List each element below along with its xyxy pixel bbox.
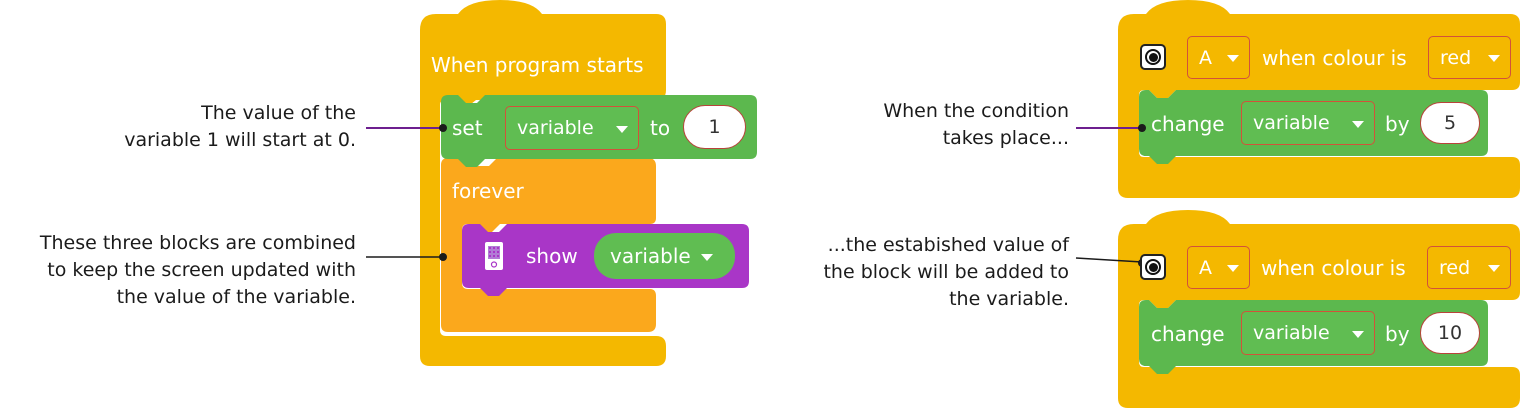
chevron-down-icon	[1488, 55, 1500, 62]
colour-dropdown-2[interactable]: red	[1427, 246, 1511, 289]
by-label-1: by	[1385, 112, 1410, 136]
chevron-down-icon	[1488, 265, 1500, 272]
change-label-2: change	[1151, 322, 1225, 346]
connector-dot-2	[439, 253, 447, 261]
when-colour-label-1: when colour is	[1262, 46, 1407, 70]
chevron-down-icon	[1352, 120, 1364, 128]
to-label: to	[650, 116, 671, 140]
dropdown-value: variable	[1253, 322, 1330, 344]
change-variable-dropdown-1[interactable]: variable	[1241, 101, 1375, 145]
chevron-down-icon	[1352, 330, 1364, 338]
change-label-1: change	[1151, 112, 1225, 136]
chevron-down-icon	[1227, 55, 1239, 62]
display-screen-icon	[485, 242, 503, 270]
set-label: set	[452, 116, 483, 140]
connector-dot-1	[439, 124, 447, 132]
when-colour-label-2: when colour is	[1261, 256, 1406, 280]
hub-port-icon	[1140, 44, 1166, 70]
hub-port-icon	[1140, 254, 1166, 280]
dropdown-value: A	[1199, 256, 1212, 279]
set-variable-dropdown[interactable]: variable	[505, 106, 639, 150]
forever-label: forever	[452, 179, 524, 203]
chevron-down-icon	[616, 125, 628, 133]
dropdown-value: variable	[1253, 112, 1330, 134]
show-label: show	[526, 244, 578, 268]
port-dropdown-1[interactable]: A	[1187, 36, 1250, 79]
by-label-2: by	[1385, 322, 1410, 346]
change-amount-input-2[interactable]: 10	[1420, 312, 1480, 354]
change-variable-dropdown-2[interactable]: variable	[1241, 311, 1375, 355]
hat-label: When program starts	[431, 53, 644, 77]
colour-dropdown-1[interactable]: red	[1428, 36, 1511, 79]
change-amount-input-1[interactable]: 5	[1420, 102, 1480, 144]
dropdown-value: red	[1439, 256, 1471, 279]
show-variable-dropdown[interactable]: variable	[594, 233, 735, 279]
dropdown-value: red	[1440, 46, 1472, 69]
chevron-down-icon	[700, 253, 713, 261]
chevron-down-icon	[1227, 265, 1239, 272]
dropdown-value: variable	[517, 117, 594, 139]
dropdown-value: variable	[610, 244, 691, 268]
set-value-input[interactable]: 1	[683, 105, 746, 149]
dropdown-value: A	[1199, 46, 1212, 69]
port-dropdown-2[interactable]: A	[1187, 246, 1250, 289]
connector-dot-3	[1138, 124, 1146, 132]
